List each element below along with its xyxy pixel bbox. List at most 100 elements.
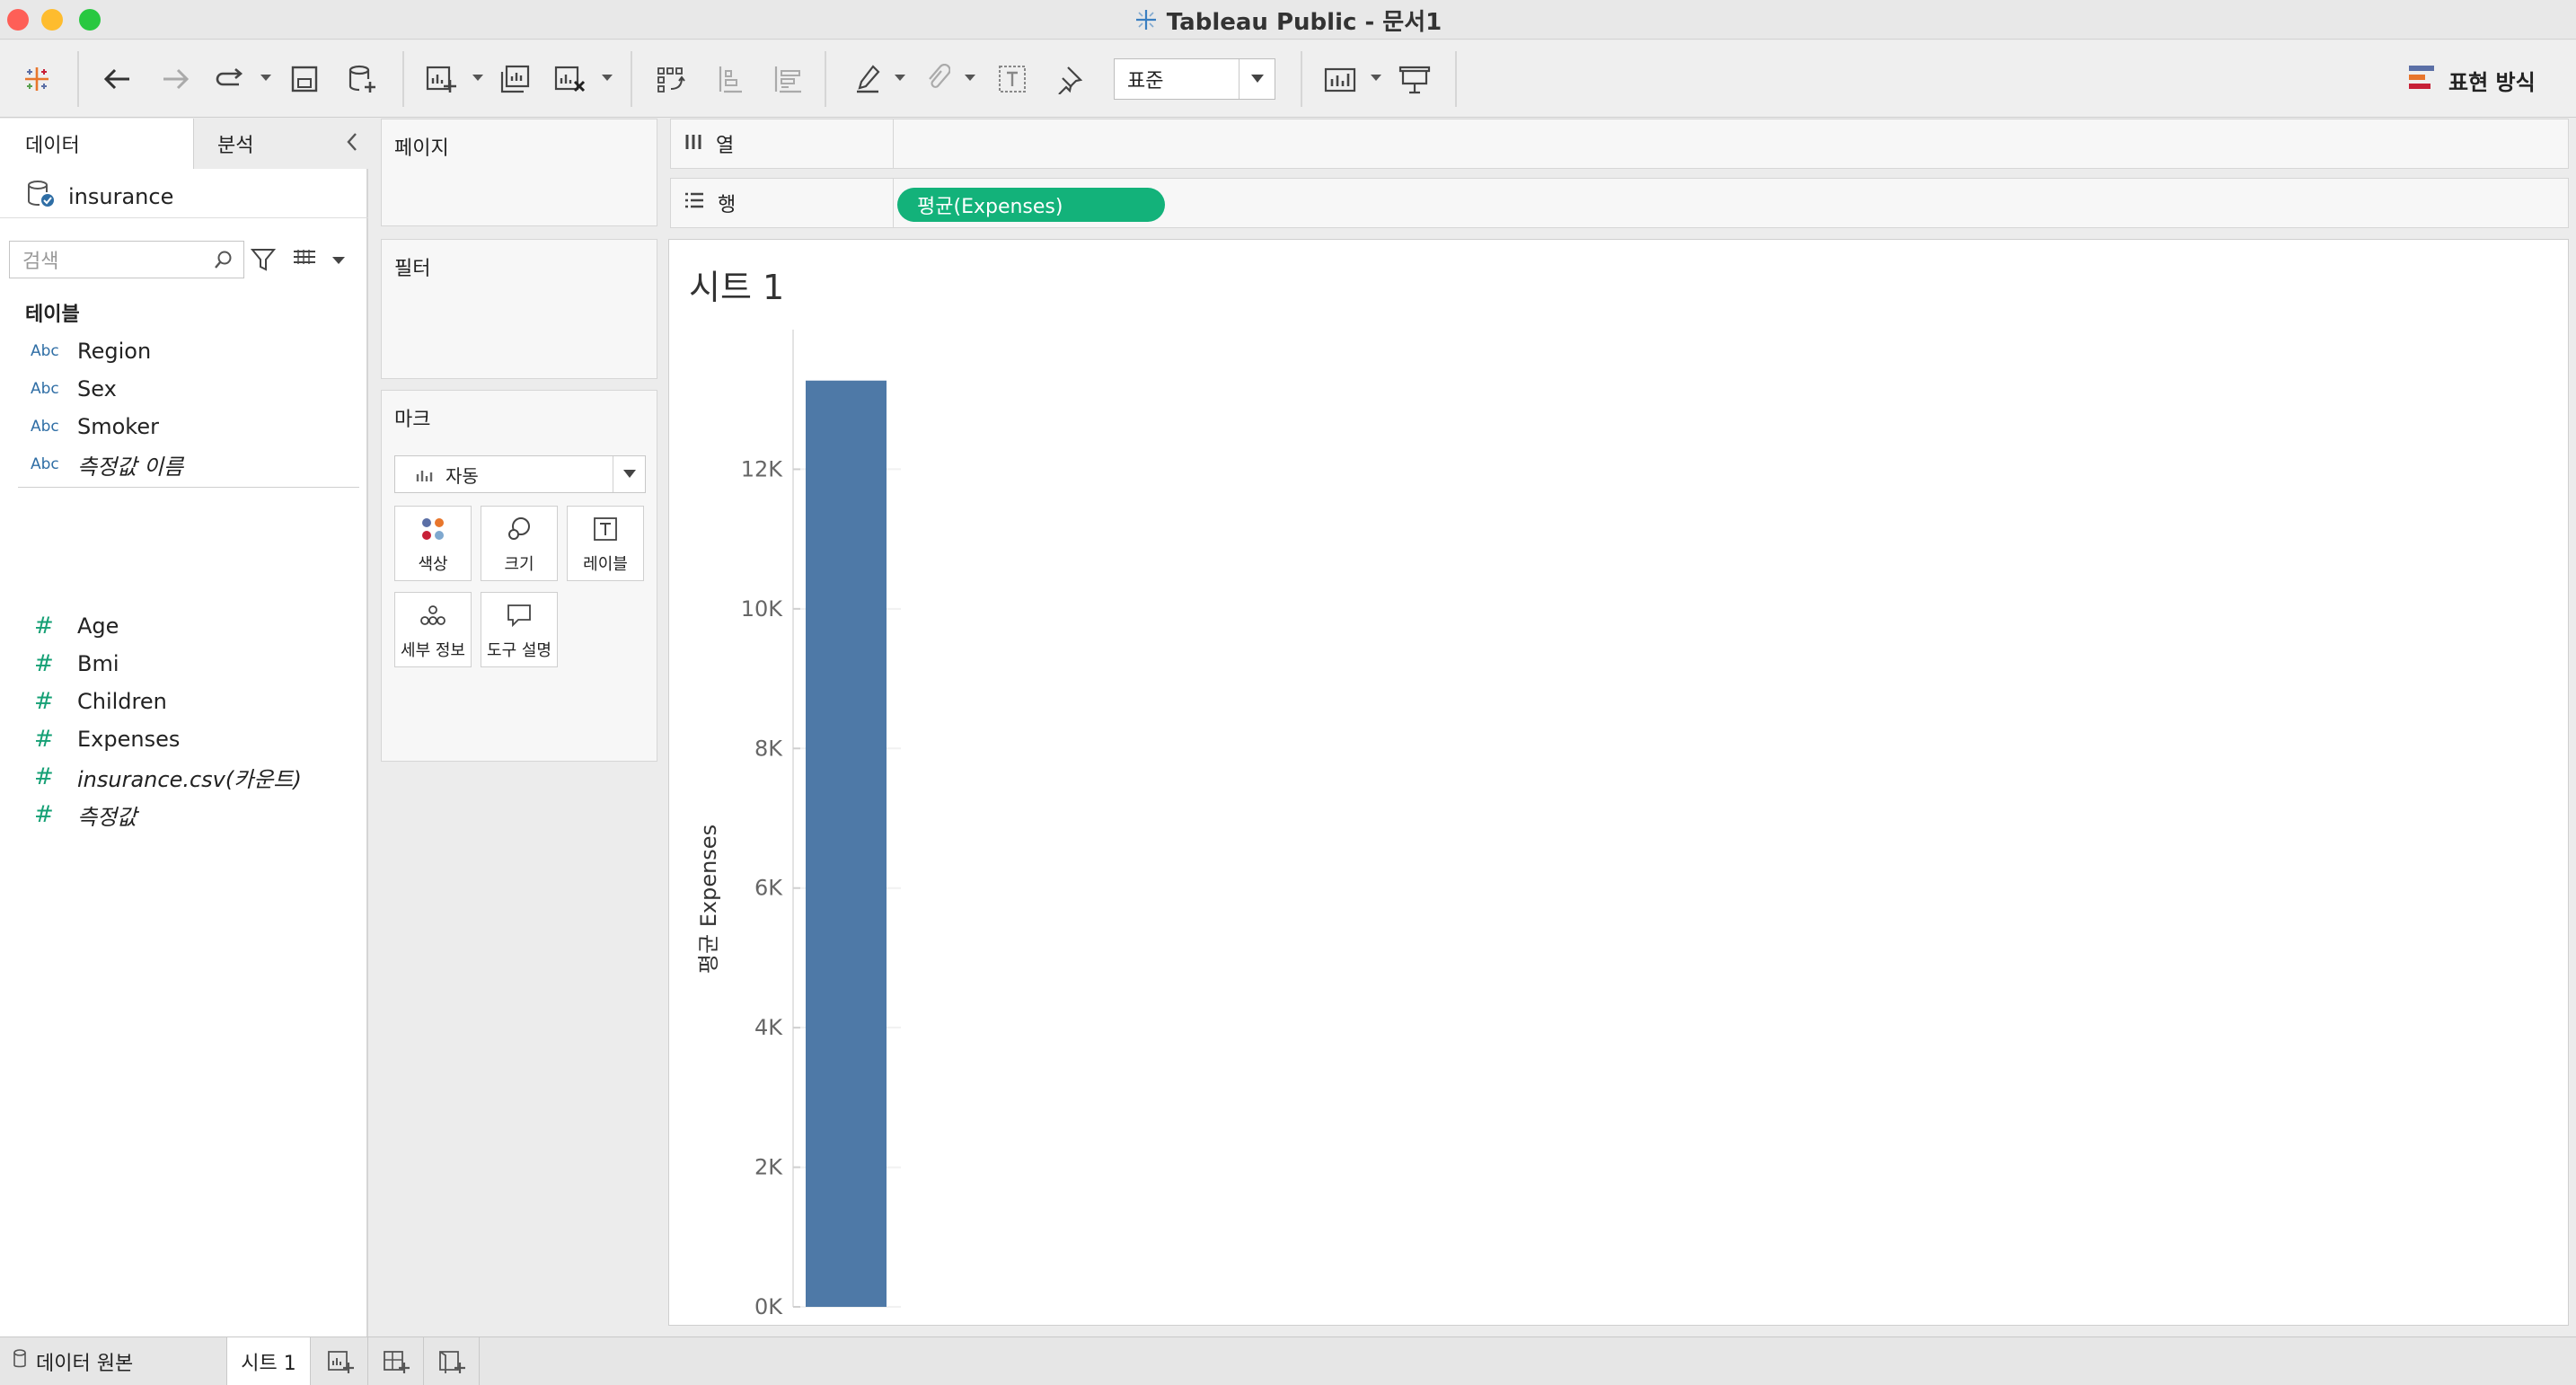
y-tick-label: 6K [754,876,783,901]
field-measure-names[interactable]: Abc 측정값 이름 [0,445,368,483]
pages-card-title: 페이지 [394,137,449,160]
mark-type-value: 자동 [446,464,479,487]
chevron-down-icon[interactable] [613,456,645,492]
columns-shelf[interactable]: 열 [670,119,2569,169]
string-type-icon: Abc [31,418,59,436]
field-age[interactable]: # Age [0,607,368,645]
new-worksheet-caret[interactable] [472,75,483,81]
color-icon [419,516,446,546]
field-bmi[interactable]: # Bmi [0,645,368,683]
list-view-icon[interactable] [291,246,318,277]
search-placeholder: 검색 [22,251,59,273]
new-story-tab-icon[interactable] [424,1337,480,1385]
datasource-name: insurance [68,184,174,209]
tab-datasource-label: 데이터 원본 [36,1353,134,1375]
title-bar: Tableau Public - 문서1 [0,0,2576,40]
fit-select[interactable]: 표준 [1114,58,1275,100]
field-expenses[interactable]: # Expenses [0,720,368,758]
show-me-button[interactable]: 표현 방식 [2407,64,2536,96]
field-name: Age [77,613,119,639]
y-tick-label: 10K [741,596,784,622]
tab-analysis[interactable]: 분석 [196,119,368,169]
toolbar: 표준 표현 방식 [0,40,2576,118]
new-worksheet-icon[interactable] [420,58,462,100]
save-icon[interactable] [284,58,325,100]
bar-mark[interactable] [806,380,887,1307]
label-mark-button[interactable]: 레이블 [567,506,644,581]
detail-icon [419,603,446,632]
group-caret[interactable] [965,75,975,81]
y-tick-label: 8K [754,736,783,761]
number-type-icon: # [34,613,54,640]
bar-mark-icon [415,465,433,488]
tab-sheet-1[interactable]: 시트 1 [226,1337,311,1385]
y-tick-label: 12K [741,456,784,481]
field-name: Children [77,689,167,714]
new-worksheet-tab-icon[interactable] [313,1337,368,1385]
datasource-item[interactable]: insurance [25,180,173,214]
replay-icon[interactable] [210,58,251,100]
duplicate-sheet-icon[interactable] [494,58,535,100]
search-icon [213,249,234,276]
field-record-count[interactable]: # insurance.csv(카운트) [0,758,368,796]
field-name: 측정값 [77,804,137,830]
field-smoker[interactable]: Abc Smoker [0,408,368,445]
sort-desc-icon[interactable] [767,58,808,100]
color-mark-button[interactable]: 색상 [394,506,472,581]
pages-card[interactable]: 페이지 [381,119,657,226]
label-label: 레이블 [583,555,628,574]
rows-shelf[interactable]: 행 평균(Expenses) [670,178,2569,228]
section-title: 테이블 [25,304,80,326]
sheet-tabs-bar: 데이터 원본 시트 1 [0,1336,2576,1385]
pin-icon[interactable] [1049,58,1090,100]
replay-dropdown-caret[interactable] [260,75,271,81]
search-input[interactable]: 검색 [9,241,244,278]
presentation-icon[interactable] [1394,58,1435,100]
tooltip-label: 도구 설명 [487,641,551,660]
field-children[interactable]: # Children [0,683,368,720]
viz-area: 시트 1 0K 2K 4K 6K 8K 10K 12K 평균 Expenses [668,239,2569,1326]
color-label: 색상 [418,555,448,574]
rows-label: 행 [718,194,737,216]
size-mark-button[interactable]: 크기 [481,506,558,581]
redo-icon[interactable] [154,58,196,100]
collapse-pane-icon[interactable] [345,131,359,159]
tableau-logo-icon[interactable] [16,58,57,100]
label-icon[interactable] [992,58,1033,100]
list-view-caret[interactable] [332,257,345,264]
field-sex[interactable]: Abc Sex [0,370,368,408]
filter-icon[interactable] [250,246,277,277]
swap-icon[interactable] [650,58,692,100]
detail-mark-button[interactable]: 세부 정보 [394,592,472,667]
datasource-icon [25,180,56,214]
new-datasource-icon[interactable] [341,58,383,100]
view-cards-icon[interactable] [1320,58,1362,100]
marks-card-title: 마크 [394,409,431,431]
number-type-icon: # [34,650,54,677]
rows-pill-avg-expenses[interactable]: 평균(Expenses) [897,188,1165,222]
field-name: Expenses [77,727,181,752]
field-region[interactable]: Abc Region [0,332,368,370]
clear-sheet-caret[interactable] [602,75,613,81]
tab-analysis-label: 분석 [217,135,254,157]
clear-sheet-icon[interactable] [550,58,591,100]
string-type-icon: Abc [31,342,59,360]
tab-datasource[interactable]: 데이터 원본 [0,1337,225,1385]
field-name: insurance.csv(카운트) [77,766,302,792]
highlight-icon[interactable] [848,58,889,100]
tab-data[interactable]: 데이터 [0,119,194,169]
field-measure-values[interactable]: # 측정값 [0,796,368,834]
undo-icon[interactable] [97,58,138,100]
highlight-caret[interactable] [895,75,905,81]
filters-card[interactable]: 필터 [381,239,657,379]
sort-asc-icon[interactable] [710,58,751,100]
mark-type-select[interactable]: 자동 [394,455,646,493]
rows-icon [684,191,705,215]
chevron-down-icon[interactable] [1239,59,1275,99]
tooltip-mark-button[interactable]: 도구 설명 [481,592,558,667]
group-icon[interactable] [916,58,957,100]
rows-pill-label: 평균(Expenses) [917,196,1063,218]
new-dashboard-tab-icon[interactable] [368,1337,424,1385]
show-me-icon [2407,64,2436,96]
view-cards-caret[interactable] [1371,75,1381,81]
